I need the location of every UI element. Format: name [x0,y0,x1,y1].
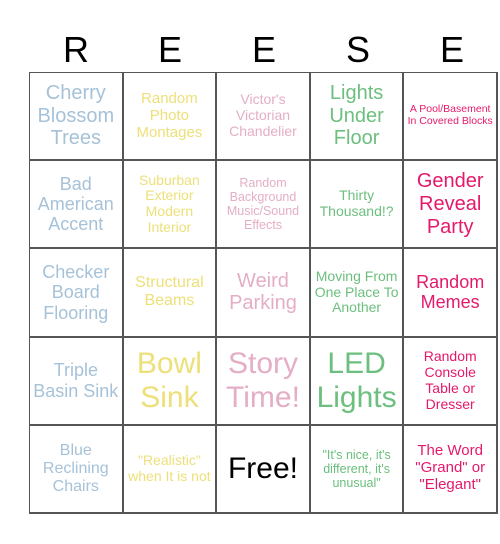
bingo-cell[interactable]: Structural Beams [123,249,218,338]
bingo-board: Cherry Blossom Trees Random Photo Montag… [29,72,498,514]
cell-text: Random Console Table or Dresser [423,348,477,412]
bingo-cell[interactable]: Random Background Music/Sound Effects [217,161,311,250]
bingo-cell[interactable]: Moving From One Place To Another [310,249,405,338]
cell-text: Victor's Victorian Chandelier [229,91,297,139]
title-letter: S [345,29,370,70]
title-letter: R [63,29,89,70]
cell-text: Suburban Exterior Modern Interior [139,171,200,236]
title-letter: E [157,29,182,70]
cell-text: A Pool/Basement In Covered Blocks [407,103,493,128]
bingo-cell[interactable]: Gender Reveal Party [404,161,498,250]
bingo-cell[interactable]: The Word "Grand" or "Elegant" [404,425,498,514]
cell-text: Random Photo Montages [136,89,203,141]
cell-text: Blue Reclining Chairs [42,441,109,495]
cell-text: Random Background Music/Sound Effects [226,176,300,233]
bingo-cell[interactable]: "Realistic" when It is not [123,425,218,514]
title-letter: E [251,29,276,70]
bingo-cell[interactable]: Checker Board Flooring [30,249,124,338]
title-letter: E [439,29,464,70]
bingo-cell[interactable]: Victor's Victorian Chandelier [217,73,311,162]
cell-text: LED Lights [316,346,397,414]
cell-text: The Word "Grand" or "Elegant" [415,442,486,494]
cell-text: Bad American Accent [37,173,114,235]
bingo-cell[interactable]: LED Lights [310,337,405,426]
cell-text: Bowl Sink [136,346,202,414]
cell-text: "Realistic" when It is not [128,452,211,484]
bingo-cell[interactable]: Lights Under Floor [310,73,405,162]
cell-text: Thirty Thousand!? [319,187,394,220]
bingo-cell[interactable]: "It's nice, it's different, it's unusual… [310,425,405,514]
bingo-cell[interactable]: Thirty Thousand!? [310,161,405,250]
bingo-cell[interactable]: Random Console Table or Dresser [404,337,498,426]
bingo-cell[interactable]: Triple Basin Sink [30,337,124,426]
cell-text: "It's nice, it's different, it's unusual… [322,447,391,490]
cell-text: Triple Basin Sink [33,360,119,401]
bingo-title: R E E S E [29,28,499,72]
cell-text: Lights Under Floor [329,82,384,150]
cell-text: Moving From One Place To Another [314,267,399,316]
cell-text: Free! [227,451,298,485]
bingo-cell[interactable]: Random Memes [404,249,498,338]
bingo-cell[interactable]: Suburban Exterior Modern Interior [123,161,218,250]
bingo-cell[interactable]: Weird Parking [217,249,311,338]
bingo-cell[interactable]: Bowl Sink [123,337,218,426]
free-space-cell[interactable]: Free! [217,425,311,514]
cell-text: Gender Reveal Party [416,170,484,238]
cell-text: Structural Beams [135,274,204,310]
cell-text: Weird Parking [229,269,297,315]
bingo-cell[interactable]: Cherry Blossom Trees [30,73,124,162]
cell-text: Story Time! [226,346,300,414]
bingo-cell[interactable]: Random Photo Montages [123,73,218,162]
bingo-cell[interactable]: Story Time! [217,337,311,426]
cell-text: Checker Board Flooring [42,262,110,323]
cell-text: Cherry Blossom Trees [37,82,115,150]
bingo-cell[interactable]: Blue Reclining Chairs [30,425,124,514]
cell-text: Random Memes [416,272,485,313]
bingo-cell[interactable]: Bad American Accent [30,161,124,250]
bingo-cell[interactable]: A Pool/Basement In Covered Blocks [404,73,498,162]
